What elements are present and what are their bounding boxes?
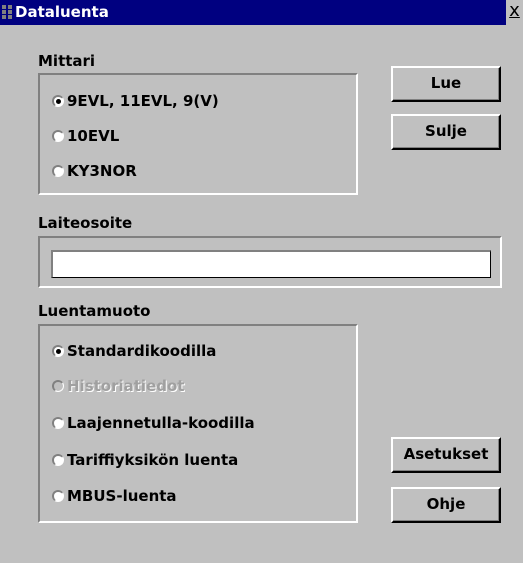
radio-historiatiedot: Historiatiedot bbox=[52, 375, 184, 397]
radio-checked-icon bbox=[52, 344, 64, 357]
luentamuoto-label: Luentamuoto bbox=[38, 302, 151, 320]
lue-button[interactable]: Lue bbox=[391, 66, 501, 102]
ohje-button[interactable]: Ohje bbox=[391, 487, 501, 523]
app-icon bbox=[2, 5, 14, 19]
radio-icon bbox=[52, 379, 64, 392]
asetukset-button[interactable]: Asetukset bbox=[391, 437, 501, 473]
radio-icon bbox=[52, 164, 64, 177]
radio-icon bbox=[52, 453, 64, 466]
radio-icon bbox=[52, 489, 64, 502]
radio-icon bbox=[52, 129, 64, 142]
radio-icon bbox=[52, 416, 64, 429]
laiteosoite-label: Laiteosoite bbox=[38, 214, 133, 232]
mittari-label: Mittari bbox=[38, 52, 96, 70]
radio-laajennetulla-koodilla[interactable]: Laajennetulla-koodilla bbox=[52, 412, 255, 434]
radio-mbus-luenta[interactable]: MBUS-luenta bbox=[52, 485, 177, 507]
radio-mittari-10evl[interactable]: 10EVL bbox=[52, 125, 119, 147]
radio-tariffiyksikon-luenta[interactable]: Tariffiyksikön luenta bbox=[52, 449, 238, 471]
window-title: Dataluenta bbox=[15, 3, 109, 21]
radio-mittari-ky3nor[interactable]: KY3NOR bbox=[52, 160, 137, 182]
sulje-button[interactable]: Sulje bbox=[391, 114, 501, 150]
laiteosoite-input[interactable] bbox=[51, 250, 491, 278]
radio-checked-icon bbox=[52, 94, 64, 107]
radio-standardikoodilla[interactable]: Standardikoodilla bbox=[52, 340, 216, 362]
title-bar: Dataluenta x bbox=[0, 0, 523, 25]
radio-mittari-9evl[interactable]: 9EVL, 11EVL, 9(V) bbox=[52, 90, 219, 112]
close-icon[interactable]: x bbox=[506, 0, 523, 25]
